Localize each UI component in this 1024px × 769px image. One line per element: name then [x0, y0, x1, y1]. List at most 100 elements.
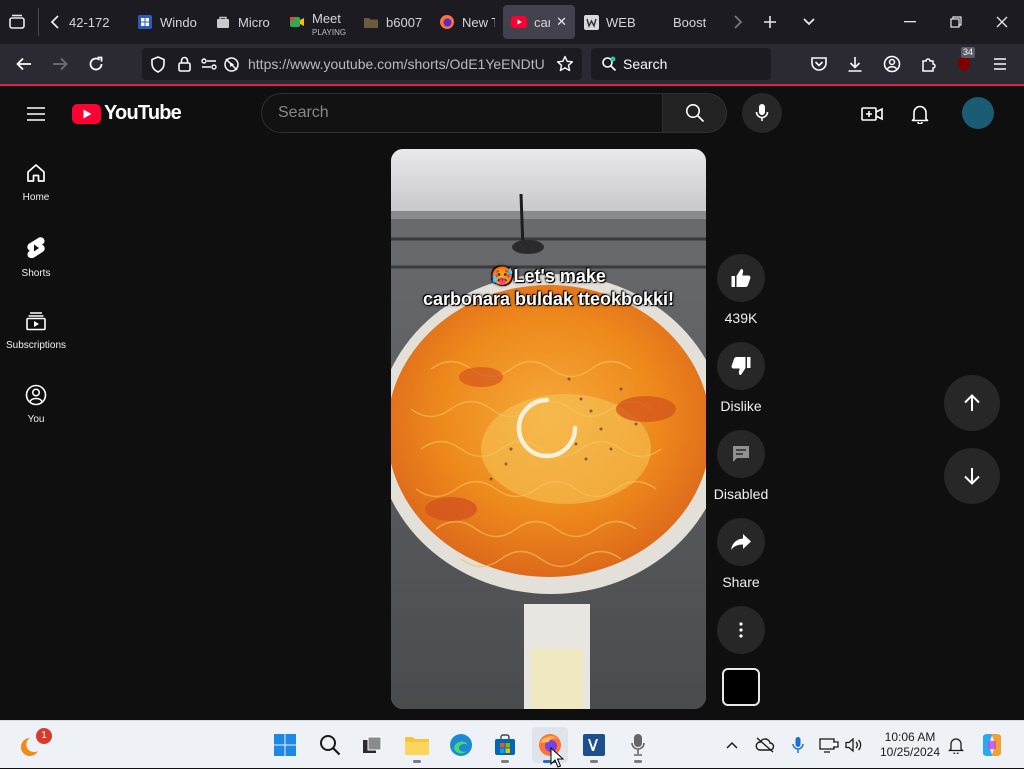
more-icon[interactable]	[717, 606, 765, 654]
browser-tab[interactable]: Boost	[667, 5, 725, 39]
thumbs-up-icon[interactable]	[717, 254, 765, 302]
close-tab-icon[interactable]: ✕	[556, 14, 567, 30]
task-view-icon[interactable]	[354, 727, 390, 763]
sidebar-item-you[interactable]: You	[0, 372, 72, 446]
notifications-bell-icon[interactable]	[902, 96, 938, 132]
autoplay-blocked-icon[interactable]	[223, 56, 240, 73]
list-tabs-chevron-icon[interactable]	[789, 0, 829, 44]
more-actions-button[interactable]	[708, 606, 774, 654]
browser-tab[interactable]: Meet PLAYING	[281, 5, 355, 39]
create-video-icon[interactable]	[854, 96, 890, 132]
lock-icon[interactable]	[178, 56, 191, 72]
subscriptions-icon	[25, 310, 47, 332]
minimize-icon[interactable]	[890, 0, 930, 44]
bookmark-star-icon[interactable]	[556, 55, 574, 73]
thumbs-down-icon[interactable]	[717, 342, 765, 390]
weather-badge: 1	[36, 728, 52, 744]
close-window-icon[interactable]	[982, 0, 1022, 44]
clock-time: 10:06 AM	[884, 730, 936, 744]
forward-icon[interactable]	[42, 46, 78, 82]
sidebar-item-home[interactable]: Home	[0, 150, 72, 224]
youtube-search-input[interactable]: Search	[261, 93, 663, 133]
previous-short-button[interactable]	[944, 375, 1000, 431]
browser-tab[interactable]: New T	[431, 5, 503, 39]
microphone-tray-icon[interactable]	[782, 727, 814, 763]
address-bar[interactable]: https://www.youtube.com/shorts/OdE1YeEND…	[142, 48, 582, 80]
voice-recorder-icon[interactable]	[620, 727, 656, 763]
browser-tab[interactable]: WEB	[575, 5, 667, 39]
shield-icon[interactable]	[150, 55, 166, 73]
account-icon[interactable]	[875, 48, 909, 80]
tab-scroll-left-icon[interactable]	[43, 0, 67, 44]
comment-icon[interactable]	[717, 430, 765, 478]
firefox-icon	[439, 14, 455, 30]
volume-icon[interactable]	[838, 727, 870, 763]
channel-thumbnail[interactable]	[722, 668, 760, 706]
next-short-button[interactable]	[944, 448, 1000, 504]
ublock-extension-icon[interactable]: 34	[947, 47, 981, 80]
extension-badge: 34	[961, 47, 976, 58]
edge-browser-icon[interactable]	[443, 727, 479, 763]
youtube-icon	[511, 14, 527, 30]
sidebar-item-subscriptions[interactable]: Subscriptions	[0, 298, 72, 372]
browser-tab-strip: 42-172 Windo Micro Meet PLAYING b6007 Ne…	[0, 0, 1024, 44]
browser-tab[interactable]: 42-172	[67, 5, 129, 39]
microsoft-store-icon[interactable]	[487, 727, 523, 763]
sidebar-item-shorts[interactable]: Shorts	[0, 224, 72, 298]
show-hidden-icons-chevron[interactable]	[716, 727, 748, 763]
browser-search-placeholder: Search	[623, 56, 668, 72]
running-indicator	[590, 760, 598, 763]
copilot-icon[interactable]	[974, 727, 1010, 763]
caption-line-2: carbonara buldak tteokbokki!	[422, 289, 675, 309]
running-indicator	[501, 760, 509, 763]
onedrive-offline-icon[interactable]	[749, 727, 781, 763]
pocket-icon[interactable]	[802, 48, 836, 80]
browser-tab[interactable]: Micro	[207, 5, 281, 39]
mouse-cursor-icon	[550, 747, 564, 768]
store-icon	[215, 14, 231, 30]
url-text[interactable]: https://www.youtube.com/shorts/OdE1YeEND…	[248, 56, 548, 72]
permissions-icon[interactable]	[201, 58, 217, 70]
browser-tab[interactable]: b6007	[355, 5, 431, 39]
browser-search-bar[interactable]: Search	[591, 48, 771, 80]
file-explorer-icon[interactable]	[399, 727, 435, 763]
extensions-icon[interactable]	[911, 48, 945, 80]
notification-bell-icon[interactable]	[940, 727, 972, 763]
voice-search-button[interactable]	[742, 93, 782, 133]
browser-tab[interactable]: Windo	[129, 5, 207, 39]
restore-icon[interactable]	[936, 0, 976, 44]
start-menu-icon[interactable]	[267, 727, 303, 763]
user-avatar[interactable]	[962, 97, 994, 129]
web-icon	[583, 14, 599, 30]
hamburger-menu-icon[interactable]	[18, 96, 54, 132]
arrow-up-icon	[964, 394, 980, 411]
tab-scroll-right-icon[interactable]	[725, 0, 751, 44]
downloads-icon[interactable]	[838, 48, 872, 80]
reload-icon[interactable]	[78, 46, 114, 82]
browser-tab-active[interactable]: car ✕	[503, 5, 575, 39]
like-button[interactable]: 439K	[708, 254, 774, 326]
vs-code-icon[interactable]	[576, 727, 612, 763]
youtube-search-button[interactable]	[663, 93, 727, 133]
browser-nav-bar: https://www.youtube.com/shorts/OdE1YeEND…	[0, 44, 1024, 84]
taskbar-search-icon[interactable]	[312, 727, 348, 763]
app-menu-icon[interactable]	[983, 48, 1017, 80]
dislike-button[interactable]: Dislike	[708, 342, 774, 414]
comments-button[interactable]: Disabled	[708, 430, 774, 502]
taskbar-clock[interactable]: 10:06 AM 10/25/2024	[872, 730, 948, 760]
search-engine-icon	[601, 56, 617, 72]
firefox-taskbar-icon[interactable]	[532, 727, 568, 768]
youtube-logo[interactable]: YouTube	[72, 102, 182, 125]
back-icon[interactable]	[6, 46, 42, 82]
caption-line-1: 🥵Let's make	[491, 266, 606, 286]
home-icon	[25, 162, 47, 184]
arrow-down-icon	[964, 468, 980, 485]
tab-overview-icon[interactable]	[0, 0, 34, 44]
new-tab-icon[interactable]	[751, 0, 789, 44]
meet-icon	[289, 14, 305, 30]
shorts-video-player[interactable]: 🥵Let's make carbonara buldak tteokbokki!	[391, 149, 706, 709]
youtube-header: YouTube Search	[0, 86, 1024, 142]
share-button[interactable]: Share	[708, 518, 774, 590]
share-icon[interactable]	[717, 518, 765, 566]
weather-widget-icon[interactable]: 1	[14, 727, 52, 763]
